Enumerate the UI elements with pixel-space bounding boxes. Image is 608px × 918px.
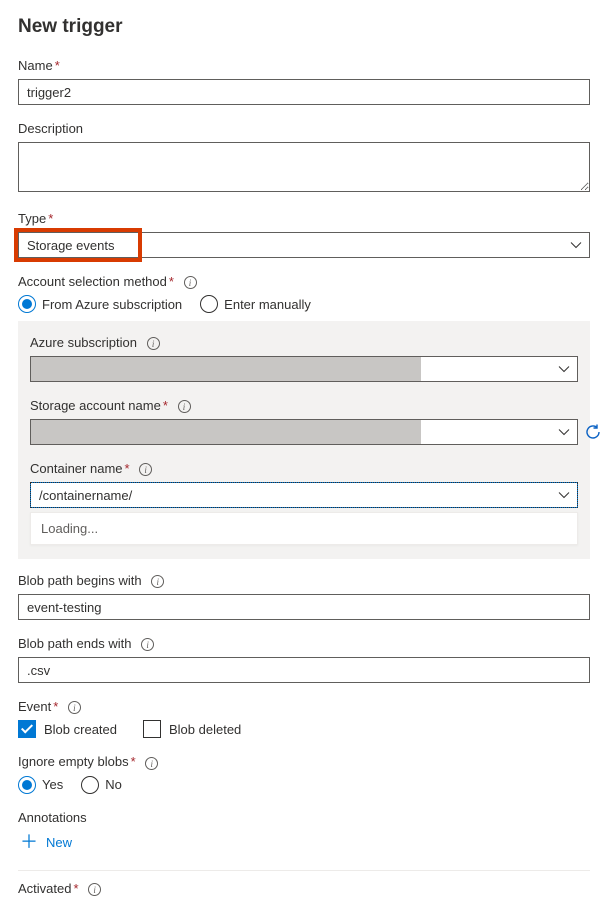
checkbox-blob-deleted[interactable]: Blob deleted (143, 720, 241, 738)
activated-label: Activated* i (18, 881, 590, 896)
radio-ignore-yes[interactable]: Yes (18, 776, 63, 794)
divider (18, 870, 590, 871)
container-select[interactable] (30, 482, 578, 508)
refresh-icon[interactable] (584, 423, 602, 441)
page-title: New trigger (18, 16, 590, 38)
radio-enter-manually[interactable]: Enter manually (200, 295, 311, 313)
ends-with-label: Blob path ends with i (18, 636, 590, 651)
redacted-mask (31, 357, 421, 381)
type-select[interactable] (18, 232, 590, 258)
info-icon[interactable]: i (88, 883, 101, 896)
info-icon[interactable]: i (141, 638, 154, 651)
begins-with-label: Blob path begins with i (18, 573, 590, 588)
container-dropdown-loading: Loading... (30, 512, 578, 545)
info-icon[interactable]: i (145, 757, 158, 770)
name-input[interactable] (18, 79, 590, 105)
ends-with-input[interactable] (18, 657, 590, 683)
ignore-empty-label: Ignore empty blobs* i (18, 754, 590, 769)
account-method-label: Account selection method* i (18, 274, 590, 289)
checkbox-blob-created[interactable]: Blob created (18, 720, 117, 738)
radio-ignore-no[interactable]: No (81, 776, 122, 794)
container-label: Container name* i (30, 461, 578, 476)
event-label: Event* i (18, 699, 590, 714)
description-input[interactable] (18, 142, 590, 192)
name-label: Name* (18, 58, 590, 73)
description-label: Description (18, 121, 590, 136)
annotations-label: Annotations (18, 810, 590, 825)
begins-with-input[interactable] (18, 594, 590, 620)
storage-account-label: Storage account name* i (30, 398, 578, 413)
redacted-mask (31, 420, 421, 444)
type-label: Type* (18, 211, 590, 226)
info-icon[interactable]: i (151, 575, 164, 588)
info-icon[interactable]: i (184, 276, 197, 289)
info-icon[interactable]: i (139, 463, 152, 476)
add-annotation-button[interactable]: ＋ New (18, 831, 74, 854)
info-icon[interactable]: i (178, 400, 191, 413)
plus-icon: ＋ (20, 835, 38, 849)
info-icon[interactable]: i (68, 701, 81, 714)
info-icon[interactable]: i (147, 337, 160, 350)
radio-from-azure[interactable]: From Azure subscription (18, 295, 182, 313)
subscription-label: Azure subscription i (30, 335, 578, 350)
required-asterisk: * (55, 58, 60, 73)
